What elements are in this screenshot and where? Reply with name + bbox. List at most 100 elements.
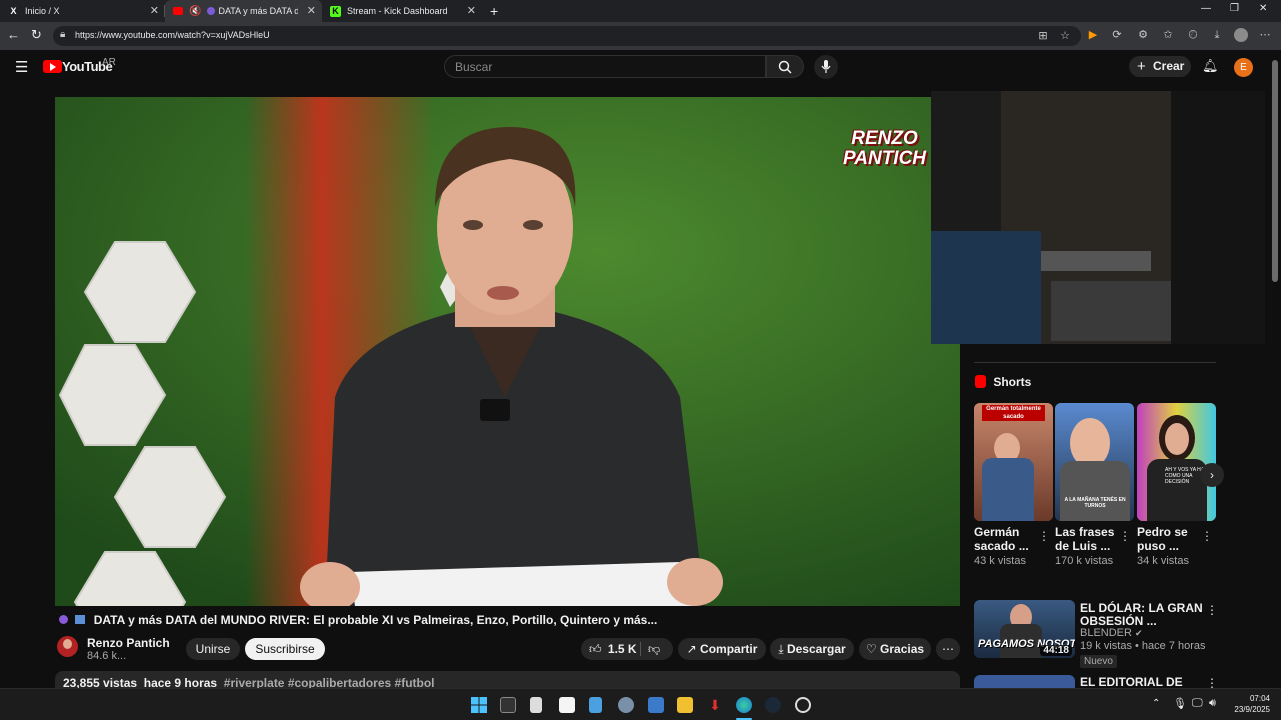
channel-avatar[interactable] [57,636,78,657]
short-thumbnail[interactable]: Germán totalmente sacado [974,403,1053,521]
search-button[interactable] [766,55,804,78]
create-button[interactable]: + Crear [1129,56,1191,77]
tab-label: Inicio / X [25,6,60,16]
more-vert-icon[interactable]: ⋮ [1119,529,1131,543]
extension-dot-icon [207,7,216,15]
settings-gear-icon[interactable] [618,697,634,713]
video-title: DATA y más DATA del MUNDO RIVER: El prob… [59,613,949,627]
back-arrow-icon[interactable]: ← [7,27,20,42]
download-button[interactable]: ⤓ Descargar [770,638,854,660]
steam-icon[interactable] [765,697,781,713]
hamburger-menu-icon[interactable]: ☰ [15,58,28,76]
video-thumbnail[interactable]: PAGAMOS NOSOTROS 44:18 [974,600,1075,658]
extensions-icon[interactable]: ⚙ [1136,28,1150,42]
more-options-icon[interactable]: ⋯ [1258,28,1272,42]
mini-player[interactable] [931,91,1265,344]
video-player[interactable]: RENZO PANTICH [55,97,960,606]
subscribe-button[interactable]: Suscribirse [245,638,325,660]
create-label: Crear [1153,59,1185,73]
short-thumbnail[interactable]: AH Y VOS YA HAS COMO UNA DECISIÓN [1137,403,1216,521]
short-title[interactable]: Germán sacado ... [974,525,1038,553]
account-avatar[interactable]: E [1234,58,1253,77]
terminal-icon[interactable] [500,697,516,713]
history-icon[interactable]: 🕘︎ [1186,28,1200,42]
short-thumbnail[interactable]: A LA MAÑANA TENÉS EN TURNOS [1055,403,1134,521]
close-tab-icon[interactable]: ✕ [467,4,476,17]
store-icon[interactable] [559,697,575,713]
thumbs-up-icon[interactable]: 👍︎ [589,642,602,656]
tab-kick[interactable]: K Stream - Kick Dashboard ✕ [322,0,482,22]
clock[interactable]: 07:04 23/9/2025 [1228,693,1270,715]
reload-icon[interactable]: ↻ [31,27,42,43]
shorts-header: Shorts [975,375,1031,389]
tab-youtube[interactable]: 🔇 DATA y más DATA del ✕ [165,0,322,22]
extension-play-icon[interactable]: ▶ [1086,28,1100,42]
shorts-title: Shorts [993,375,1032,389]
thanks-button[interactable]: ♡ Gracias [859,638,931,660]
short-item[interactable]: AH Y VOS YA HAS COMO UNA DECISIÓN Pedro … [1137,403,1216,567]
profile-avatar-icon[interactable] [1234,28,1248,42]
sidebar-divider [974,362,1216,363]
url-field[interactable]: 🔒︎ https://www.youtube.com/watch?v=xujVA… [53,26,1081,46]
favorites-icon[interactable]: ✩ [1161,28,1175,42]
bookmark-star-icon[interactable]: ☆ [1058,29,1072,43]
microphone-icon[interactable]: 🎙︎ [1173,697,1187,710]
screen-icon[interactable] [648,697,664,713]
share-arrow-icon: ↗ [686,642,697,656]
minimize-icon[interactable]: — [1201,3,1211,14]
volume-icon[interactable]: 🔊︎ [1209,697,1216,710]
notifications-bell-icon[interactable]: 🔔︎ [1202,58,1219,74]
short-title[interactable]: Las frases de Luis ... [1055,525,1119,553]
youtube-logo-icon[interactable] [43,60,62,73]
document-icon[interactable] [589,697,602,713]
more-actions-button[interactable]: ⋯ [936,638,960,660]
tab-label: DATA y más DATA del [218,6,299,16]
emoji-icon [59,615,68,624]
thumbs-down-icon[interactable]: 👎︎ [648,638,660,660]
youtube-header: ☰ YouTube AR Buscar + Crear 🔔︎ E [0,50,1281,84]
network-icon[interactable]: 🖵︎ [1192,697,1203,710]
app-circle-icon[interactable] [795,697,811,713]
search-input[interactable]: Buscar [444,55,766,78]
download-app-icon[interactable]: ⬇ [707,697,723,713]
video-thumbnail[interactable] [974,675,1075,688]
new-tab-button[interactable]: + [482,0,506,22]
more-vert-icon[interactable]: ⋮ [1201,529,1213,543]
video-channel[interactable]: BLENDER ✔ [1080,627,1143,639]
voice-search-button[interactable] [814,55,838,79]
close-window-icon[interactable]: ✕ [1259,3,1267,14]
video-title-link[interactable]: EL EDITORIAL DE [1080,675,1183,689]
edge-browser-icon[interactable] [736,697,752,713]
browser-tab-bar: X Inicio / X ✕ 🔇 DATA y más DATA del ✕ K… [0,0,1281,22]
speaker-muted-icon[interactable]: 🔇 [189,6,201,17]
file-explorer-icon[interactable] [677,697,693,713]
lock-icon[interactable]: 🔒︎ [60,29,65,40]
more-vert-icon[interactable]: ⋮ [1206,603,1218,617]
channel-watermark: RENZO PANTICH [843,129,926,169]
app-install-icon[interactable]: ⊞ [1036,29,1050,43]
divider [640,642,641,656]
join-button[interactable]: Unirse [186,638,240,660]
video-title-link[interactable]: EL DÓLAR: LA GRAN OBSESIÓN ... [1080,602,1204,628]
download-label: Descargar [786,642,846,656]
short-title[interactable]: Pedro se puso ... [1137,525,1201,553]
close-tab-icon[interactable]: ✕ [307,4,316,17]
download-icon[interactable]: ⤓ [1210,28,1224,42]
close-tab-icon[interactable]: ✕ [150,4,159,17]
watermark-line: RENZO [851,128,918,149]
notepad-icon[interactable] [530,697,542,713]
tab-x[interactable]: X Inicio / X ✕ [0,0,165,22]
watermark-line: PANTICH [843,148,927,169]
like-count[interactable]: 1.5 K [608,642,637,656]
share-button[interactable]: ↗ Compartir [678,638,766,660]
page-scrollbar[interactable] [1272,60,1278,282]
shorts-next-button[interactable]: › [1200,463,1224,487]
windows-start-icon[interactable] [471,697,487,713]
restore-icon[interactable]: ❐ [1230,3,1239,14]
chevron-up-icon[interactable]: ⌃ [1152,698,1160,709]
extension-refresh-icon[interactable]: ⟳ [1110,28,1124,42]
short-item[interactable]: Germán totalmente sacado Germán sacado .… [974,403,1053,567]
short-item[interactable]: A LA MAÑANA TENÉS EN TURNOS Las frases d… [1055,403,1134,567]
more-vert-icon[interactable]: ⋮ [1038,529,1050,543]
channel-name[interactable]: Renzo Pantich [87,636,170,650]
